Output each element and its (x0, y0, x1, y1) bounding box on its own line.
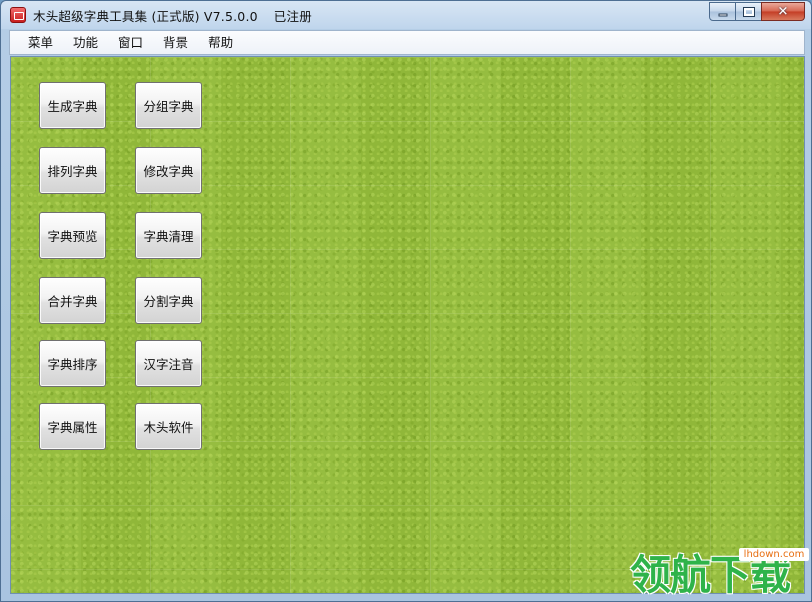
arrange-dict-button[interactable]: 排列字典 (39, 147, 106, 194)
menu-item-help[interactable]: 帮助 (198, 32, 243, 54)
menu-item-background[interactable]: 背景 (153, 32, 198, 54)
registration-status: 已注册 (273, 9, 312, 24)
generate-dict-button[interactable]: 生成字典 (39, 82, 106, 129)
close-button[interactable]: ✕ (761, 2, 805, 21)
minimize-button[interactable] (709, 2, 736, 21)
window-title-text: 木头超级字典工具集 (正式版) V7.5.0.0 (33, 9, 258, 24)
pinyin-button[interactable]: 汉字注音 (135, 340, 202, 387)
split-dict-button[interactable]: 分割字典 (135, 277, 202, 324)
title-bar[interactable]: 木头超级字典工具集 (正式版) V7.5.0.0 已注册 ✕ (1, 1, 811, 29)
maximize-icon (742, 6, 755, 17)
app-window: 木头超级字典工具集 (正式版) V7.5.0.0 已注册 ✕ 菜单 功能 窗口 背… (0, 0, 812, 602)
app-icon[interactable] (10, 7, 26, 23)
menu-item-window[interactable]: 窗口 (108, 32, 153, 54)
merge-dict-button[interactable]: 合并字典 (39, 277, 106, 324)
clean-dict-button[interactable]: 字典清理 (135, 212, 202, 259)
group-dict-button[interactable]: 分组字典 (135, 82, 202, 129)
menu-bar: 菜单 功能 窗口 背景 帮助 (9, 30, 805, 55)
window-title: 木头超级字典工具集 (正式版) V7.5.0.0 已注册 (33, 6, 312, 25)
modify-dict-button[interactable]: 修改字典 (135, 147, 202, 194)
sort-dict-button[interactable]: 字典排序 (39, 340, 106, 387)
minimize-icon (718, 13, 727, 17)
watermark-url: lhdown.com (739, 548, 809, 561)
dict-properties-button[interactable]: 字典属性 (39, 403, 106, 450)
menu-item-menu[interactable]: 菜单 (18, 32, 63, 54)
menu-item-function[interactable]: 功能 (63, 32, 108, 54)
maximize-button[interactable] (735, 2, 762, 21)
window-controls: ✕ (709, 2, 805, 21)
mutou-software-button[interactable]: 木头软件 (135, 403, 202, 450)
tool-panel: 生成字典 分组字典 排列字典 修改字典 字典预览 字典清理 合并字典 分割字典 … (10, 56, 805, 594)
close-icon: ✕ (777, 4, 789, 19)
preview-dict-button[interactable]: 字典预览 (39, 212, 106, 259)
